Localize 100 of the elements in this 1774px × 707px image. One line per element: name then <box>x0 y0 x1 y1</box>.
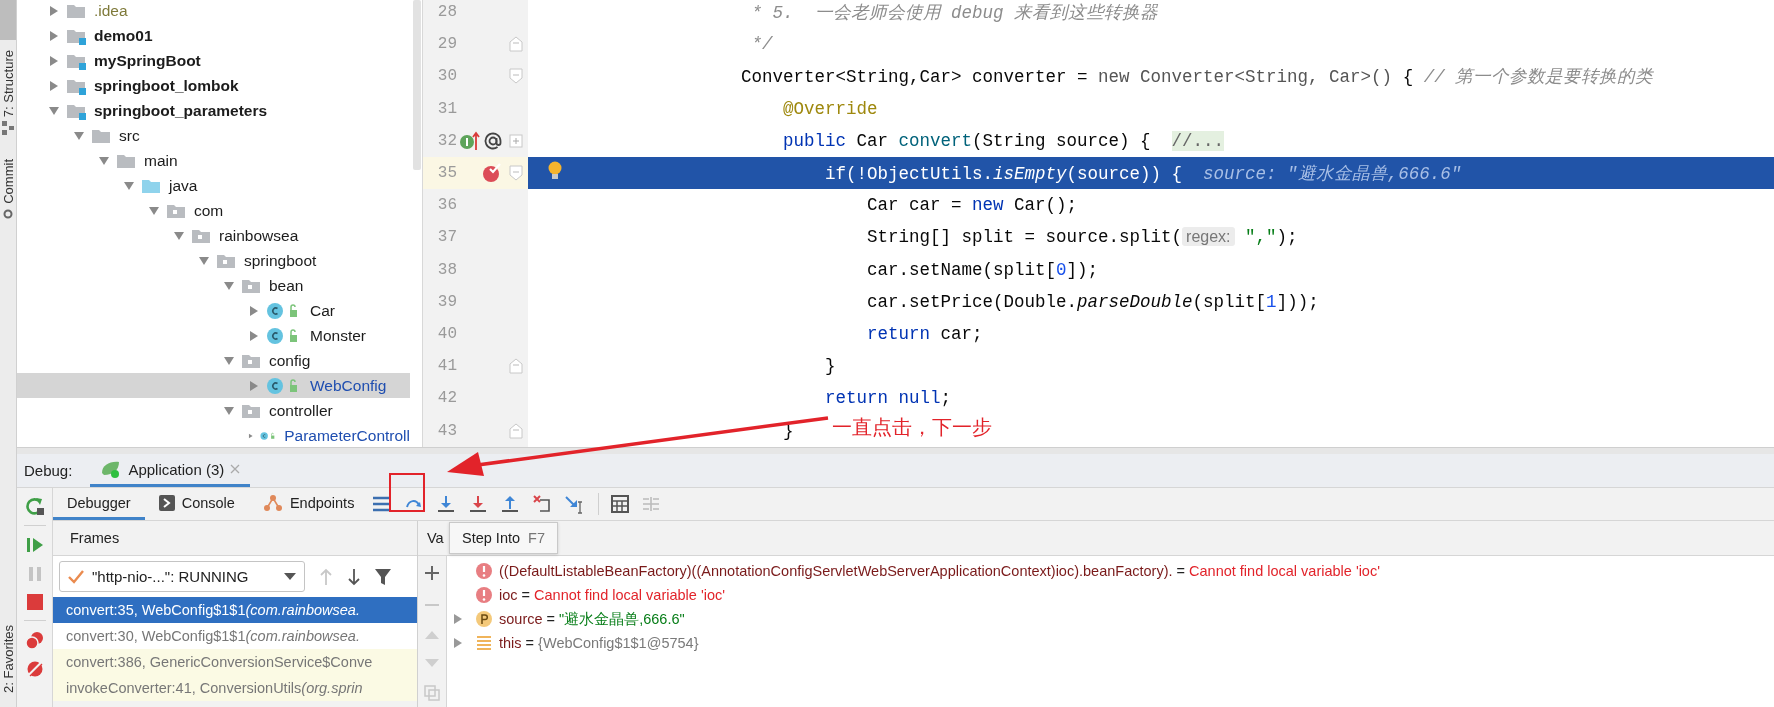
collapse-arrow-icon[interactable] <box>48 104 60 117</box>
variable-entry[interactable]: ((DefaultListableBeanFactory)((AnnotationConfigServletWebServerApplicationContext)ioc).beanFactory). = Cannot find local variable 'ioc' <box>499 563 1380 579</box>
tree-item-label: springboot <box>244 251 317 270</box>
collapse-arrow-icon[interactable] <box>73 129 85 142</box>
tree-row[interactable]: ParameterControll <box>17 423 410 447</box>
session-tab[interactable]: Application (3) <box>90 454 251 487</box>
scrollbar[interactable] <box>413 0 421 170</box>
variable-entry[interactable]: this = {WebConfig$1$1@5754} <box>499 635 699 651</box>
stack-frame[interactable]: convert:30, WebConfig$1$1(com.rainbowsea. <box>53 623 417 649</box>
expand-arrow-icon[interactable] <box>453 613 463 625</box>
drop-frame-icon[interactable] <box>532 494 553 514</box>
annotation-icon[interactable] <box>483 130 503 151</box>
tree-row[interactable]: springboot_parameters <box>17 98 410 123</box>
check-icon <box>68 569 84 584</box>
expand-arrow-icon[interactable] <box>453 637 463 649</box>
tree-item-label: config <box>269 351 311 370</box>
line-number: 35 <box>436 164 457 183</box>
rerun-icon[interactable] <box>24 496 45 516</box>
stack-frame[interactable]: convert:386, GenericConversionService$Conve <box>53 649 417 675</box>
expand-arrow-icon[interactable] <box>48 4 60 17</box>
tool-window-label[interactable]: Commit <box>0 159 16 204</box>
line-number: 43 <box>436 421 457 440</box>
step-out-icon[interactable] <box>500 494 521 514</box>
structure-icon[interactable] <box>2 121 14 136</box>
tree-row[interactable]: springboot_lombok <box>17 73 410 98</box>
stack-frame[interactable]: invokeConverter:41, ConversionUtils(org.sprin <box>53 675 417 701</box>
resume-icon[interactable] <box>24 535 45 555</box>
tree-row[interactable]: rainbowsea <box>17 223 410 248</box>
tree-item-label: controller <box>269 401 333 420</box>
stop-icon[interactable] <box>25 593 44 611</box>
endpoints-icon <box>262 493 283 512</box>
filter-icon[interactable] <box>375 567 391 586</box>
code-line: String[] split = source.split( regex: ","); <box>866 227 1298 248</box>
expand-arrow-icon[interactable] <box>248 329 260 342</box>
tree-row[interactable]: main <box>17 148 410 173</box>
breakpoint-icon[interactable] <box>481 162 503 185</box>
tree-row[interactable]: java <box>17 173 410 198</box>
collapse-arrow-icon[interactable] <box>198 254 210 267</box>
add-icon[interactable] <box>424 565 440 581</box>
debug-tab[interactable]: Console <box>144 488 249 520</box>
tree-item-label: demo01 <box>94 26 153 45</box>
tree-row[interactable]: mySpringBoot <box>17 48 410 73</box>
expand-arrow-icon[interactable] <box>248 379 260 392</box>
variable-entry[interactable]: ioc = Cannot find local variable 'ioc' <box>499 587 725 603</box>
line-number: 37 <box>436 228 457 247</box>
expand-arrow-icon[interactable] <box>48 54 60 67</box>
code-line: Car car = new Car(); <box>866 195 1078 216</box>
tool-window-label[interactable]: 7: Structure <box>0 50 16 118</box>
stack-frame[interactable]: convert:35, WebConfig$1$1(com.rainbowsea. <box>53 597 417 623</box>
variable-entry[interactable]: source = "避水金晶兽,666.6" <box>499 609 685 629</box>
move-up-icon <box>424 629 440 641</box>
line-number: 41 <box>436 357 457 376</box>
tree-row[interactable]: src <box>17 123 410 148</box>
implements-icon[interactable] <box>459 129 481 152</box>
tree-row[interactable]: config <box>17 348 410 373</box>
trace-icon <box>641 495 662 513</box>
collapse-arrow-icon[interactable] <box>223 404 235 417</box>
line-number: 28 <box>436 3 457 22</box>
line-number: 40 <box>436 324 457 343</box>
calculator-icon[interactable] <box>611 495 630 513</box>
tree-item-label: bean <box>269 276 304 295</box>
tree-row[interactable]: springboot <box>17 248 410 273</box>
debug-tab[interactable]: Debugger <box>53 488 145 520</box>
collapse-arrow-icon[interactable] <box>98 154 110 167</box>
tree-row[interactable]: WebConfig <box>17 373 410 398</box>
code-line: @Override <box>782 98 878 119</box>
tree-item-label: Car <box>310 301 335 320</box>
line-number: 31 <box>436 99 457 118</box>
tree-row[interactable]: com <box>17 198 410 223</box>
collapse-arrow-icon[interactable] <box>173 229 185 242</box>
close-icon[interactable] <box>230 464 241 474</box>
tree-row[interactable]: controller <box>17 398 410 423</box>
line-number: 29 <box>436 35 457 54</box>
expand-arrow-icon[interactable] <box>248 304 260 317</box>
tree-item-label: .idea <box>94 1 128 20</box>
tree-item-label: springboot_lombok <box>94 76 239 95</box>
tree-row[interactable]: Car <box>17 298 410 323</box>
debug-tab[interactable]: Endpoints <box>248 488 369 520</box>
parameter-icon <box>475 610 493 628</box>
down-arrow-icon[interactable] <box>347 567 361 586</box>
code-line: Converter<String,Car> converter = new Converter<String, Car>() { // 第一个参数是要转换的类 <box>740 66 1654 89</box>
breakpoints-icon[interactable] <box>24 630 45 650</box>
tree-row[interactable]: bean <box>17 273 410 298</box>
step-into-icon[interactable] <box>436 494 457 514</box>
commit-icon[interactable] <box>2 208 14 220</box>
collapse-arrow-icon[interactable] <box>223 279 235 292</box>
force-step-into-icon[interactable] <box>468 494 489 514</box>
collapse-arrow-icon[interactable] <box>148 204 160 217</box>
tree-row[interactable]: .idea <box>17 0 410 23</box>
collapse-arrow-icon[interactable] <box>123 179 135 192</box>
tree-row[interactable]: Monster <box>17 323 410 348</box>
thread-dropdown[interactable]: "http-nio-...": RUNNING <box>59 561 305 592</box>
lightbulb-icon[interactable] <box>548 160 562 181</box>
dropdown-caret-icon <box>284 572 296 581</box>
tool-window-label[interactable]: 2: Favorites <box>0 625 16 693</box>
annotation-text: 一直点击，下一步 <box>832 415 992 440</box>
tree-row[interactable]: demo01 <box>17 23 410 48</box>
collapse-arrow-icon[interactable] <box>223 354 235 367</box>
expand-arrow-icon[interactable] <box>48 79 60 92</box>
expand-arrow-icon[interactable] <box>48 29 60 42</box>
